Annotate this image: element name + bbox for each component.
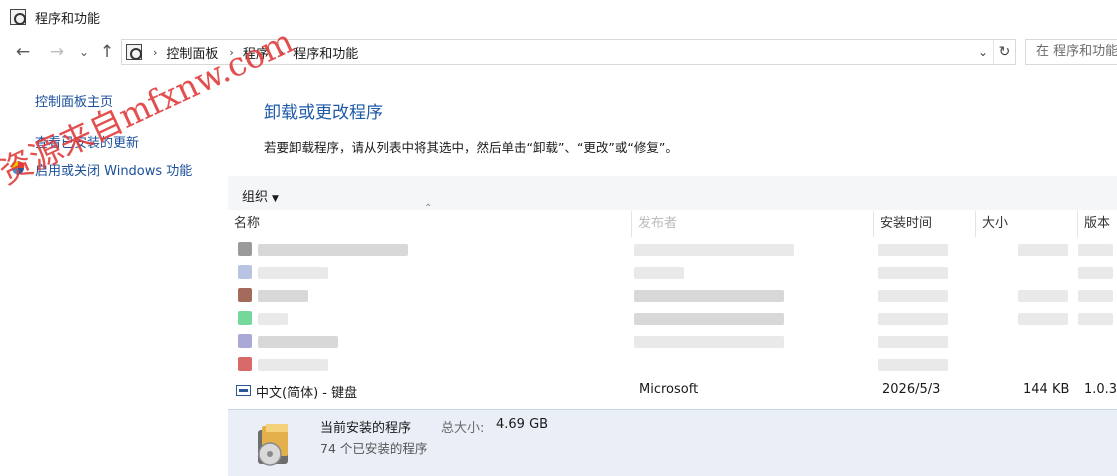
column-header-publisher[interactable]: 发布者	[632, 211, 874, 237]
list-item[interactable]	[228, 261, 1117, 284]
page-title: 卸载或更改程序	[264, 103, 383, 123]
program-icon	[238, 242, 252, 256]
keyboard-icon	[236, 385, 251, 396]
breadcrumb-programs-and-features[interactable]: 程序和功能	[293, 43, 358, 62]
sidebar-link-control-panel-home[interactable]: 控制面板主页	[35, 91, 113, 110]
programs-icon	[10, 9, 26, 25]
recent-locations-button[interactable]: ⌄	[73, 40, 95, 64]
organize-label: 组织	[242, 190, 269, 205]
command-toolbar: 组织 ▼	[228, 176, 1117, 210]
table-header: ⌃ 名称 发布者 安装时间 大小 版本	[228, 203, 1117, 237]
chevron-right-icon[interactable]: ›	[229, 46, 233, 59]
program-install-date: 2026/5/3	[882, 382, 941, 397]
back-button[interactable]: ←	[12, 40, 34, 64]
list-item[interactable]	[228, 238, 1117, 261]
table-row[interactable]: 中文(简体) - 键盘 Microsoft 2026/5/3 144 KB 1.…	[228, 379, 1117, 403]
column-header-name[interactable]: 名称	[228, 211, 632, 237]
status-total-label: 总大小:	[441, 421, 485, 436]
column-header-installed-on[interactable]: 安装时间	[874, 211, 976, 237]
status-total-size: 4.69 GB	[496, 417, 549, 432]
programs-icon	[126, 44, 142, 60]
breadcrumb-control-panel[interactable]: 控制面板	[166, 43, 218, 62]
title-bar: 程序和功能	[0, 0, 1117, 34]
chevron-right-icon[interactable]: ›	[153, 46, 157, 59]
program-publisher: Microsoft	[639, 382, 699, 397]
window-title: 程序和功能	[35, 11, 101, 27]
search-input[interactable]: 在 程序和功能 中搜索	[1025, 39, 1117, 65]
organize-menu-button[interactable]: 组织 ▼	[242, 186, 279, 205]
chevron-right-icon[interactable]: ›	[280, 46, 284, 59]
program-name: 中文(简体) - 键盘	[256, 386, 358, 401]
uac-shield-icon	[12, 161, 24, 175]
list-item[interactable]	[228, 353, 1117, 376]
chevron-down-icon[interactable]: ⌄	[973, 45, 993, 59]
column-header-size[interactable]: 大小	[976, 211, 1078, 237]
up-button[interactable]: ↑	[96, 40, 118, 64]
details-pane: 当前安装的程序 总大小: 4.69 GB 74 个已安装的程序	[228, 409, 1117, 476]
program-list	[228, 238, 1117, 376]
navigation-bar: ← → ⌄ ↑ › 控制面板 › 程序 › 程序和功能 ⌄ ↻ 在 程序和功能 …	[0, 38, 1117, 68]
program-size: 144 KB	[1023, 382, 1070, 397]
sidebar-link-windows-features[interactable]: 启用或关闭 Windows 功能	[35, 160, 192, 179]
program-icon	[238, 265, 252, 279]
list-item[interactable]	[228, 307, 1117, 330]
program-icon	[238, 311, 252, 325]
main-content: 卸载或更改程序 若要卸载程序，请从列表中将其选中，然后单击“卸载”、“更改”或“…	[228, 80, 1117, 476]
installed-programs-icon	[258, 424, 288, 466]
refresh-icon[interactable]: ↻	[993, 40, 1015, 64]
column-header-version[interactable]: 版本	[1078, 211, 1117, 237]
status-title: 当前安装的程序	[320, 421, 412, 436]
program-icon	[238, 357, 252, 371]
forward-button[interactable]: →	[46, 40, 68, 64]
address-bar[interactable]: › 控制面板 › 程序 › 程序和功能 ⌄ ↻	[121, 39, 1016, 65]
sidebar-link-view-installed-updates[interactable]: 查看已安装的更新	[35, 132, 139, 151]
program-version: 1.0.3.	[1084, 382, 1117, 397]
list-item[interactable]	[228, 330, 1117, 353]
caret-down-icon: ▼	[272, 194, 279, 204]
program-icon	[238, 334, 252, 348]
sidebar: 控制面板主页 查看已安装的更新 启用或关闭 Windows 功能	[0, 80, 230, 476]
breadcrumb-programs[interactable]: 程序	[243, 43, 269, 62]
program-icon	[238, 288, 252, 302]
list-item[interactable]	[228, 284, 1117, 307]
status-program-count: 74 个已安装的程序	[320, 441, 428, 456]
page-description: 若要卸载程序，请从列表中将其选中，然后单击“卸载”、“更改”或“修复”。	[264, 140, 678, 155]
